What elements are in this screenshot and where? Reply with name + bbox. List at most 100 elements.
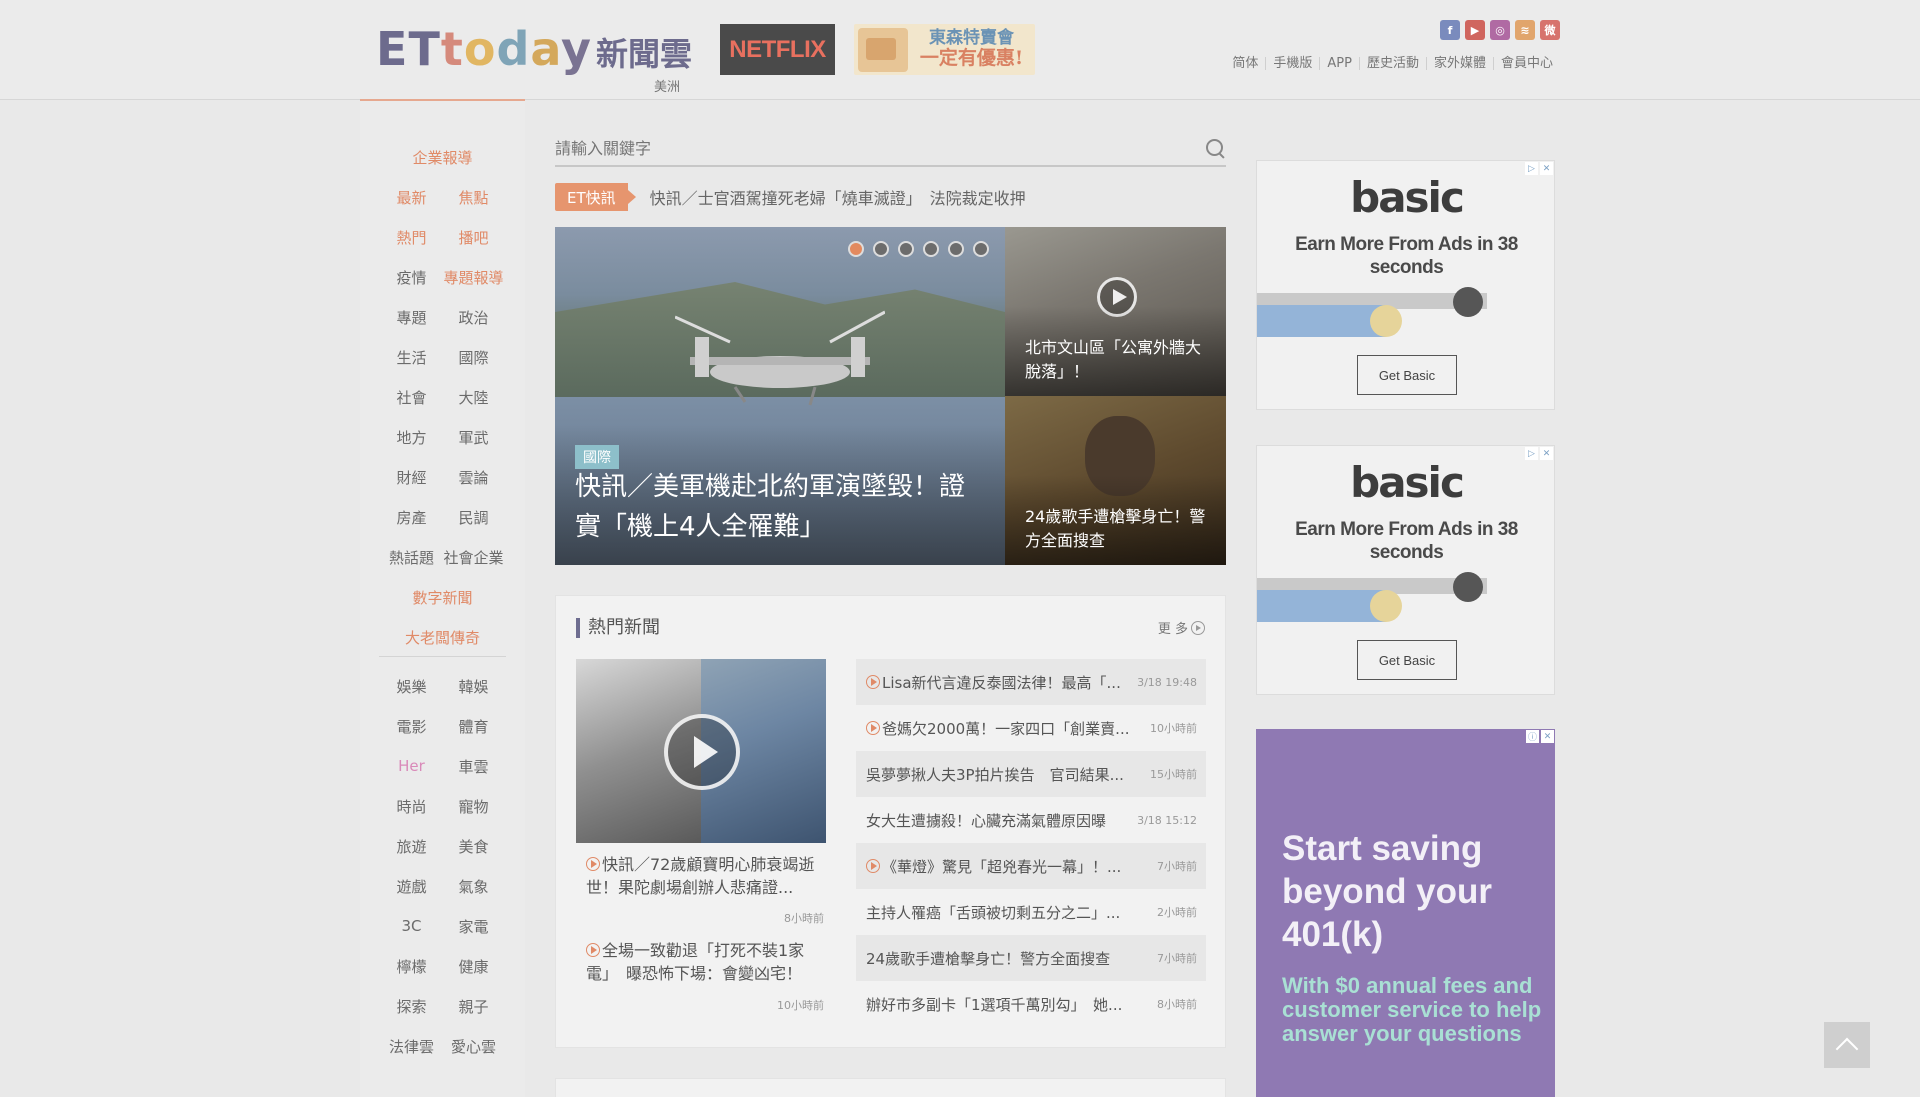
hot-news-item[interactable]: 主持人罹癌「舌頭被切剩五分之二」... 2小時前 [856, 889, 1206, 935]
search-icon[interactable] [1204, 137, 1226, 159]
sidebar-item[interactable]: 愛心雲 [443, 1036, 505, 1057]
get-basic-button[interactable]: Get Basic [1357, 640, 1457, 680]
ad-controls: ⓘ ✕ [1526, 730, 1554, 743]
hot-news-item[interactable]: 女大生遭擄殺！心臟充滿氣體原因曝 3/18 15:12 [856, 797, 1206, 843]
slider-dot[interactable] [873, 241, 889, 257]
hot-news-item[interactable]: 辦好市多副卡「1選項千萬別勾」 她... 8小時前 [856, 981, 1206, 1027]
sidebar-row: 數字新聞 [360, 577, 525, 617]
info-icon[interactable]: ⓘ [1526, 730, 1539, 743]
ad-basic-1[interactable]: ▷ ✕ basic Earn More From Ads in 38 second… [1256, 160, 1555, 410]
sidebar-item[interactable]: 社會 [381, 387, 443, 408]
ad-savings-headline: Start saving beyond your 401(k) [1282, 829, 1493, 954]
topnav-history-events[interactable]: 歷史活動 [1358, 57, 1426, 70]
sidebar-item[interactable]: 親子 [443, 996, 505, 1017]
sidebar-item[interactable]: 房產 [381, 507, 443, 528]
hot-news-item[interactable]: Lisa新代言違反泰國法律！最高「... 3/18 19:48 [856, 659, 1206, 705]
hot-news-item[interactable]: 24歲歌手遭槍擊身亡！警方全面搜查 7小時前 [856, 935, 1206, 981]
ad-basic-2[interactable]: ▷ ✕ basic Earn More From Ads in 38 second… [1256, 445, 1555, 695]
side-slide-2[interactable]: 24歲歌手遭槍擊身亡！警方全面搜查 [1005, 396, 1226, 565]
sidebar-item[interactable]: 專題 [381, 307, 443, 328]
sidebar-item[interactable]: 韓娛 [443, 676, 505, 697]
sidebar-item[interactable]: 疫情 [381, 267, 443, 288]
hot-news-text: 24歲歌手遭槍擊身亡！警方全面搜查 [866, 948, 1153, 969]
close-icon[interactable]: ✕ [1541, 730, 1554, 743]
sidebar-item[interactable]: 健康 [443, 956, 505, 977]
sidebar-item[interactable]: 寵物 [443, 796, 505, 817]
sidebar-item[interactable]: 電影 [381, 716, 443, 737]
next-section [555, 1078, 1226, 1097]
ettoday-logo[interactable]: ETtoday 新聞雲 [376, 22, 692, 76]
sidebar-item[interactable]: 遊戲 [381, 876, 443, 897]
sidebar-item[interactable]: 數字新聞 [381, 587, 505, 608]
sidebar-item[interactable]: 氣象 [443, 876, 505, 897]
back-to-top-button[interactable] [1824, 1022, 1870, 1068]
instagram-icon[interactable]: ◎ [1490, 20, 1510, 40]
slider-dot[interactable] [848, 241, 864, 257]
sidebar-item[interactable]: 軍武 [443, 427, 505, 448]
sidebar-item[interactable]: 旅遊 [381, 836, 443, 857]
sidebar-item[interactable]: 焦點 [443, 187, 505, 208]
side-slide-1[interactable]: 北市文山區「公寓外牆大脫落」！ [1005, 227, 1226, 396]
youtube-icon[interactable]: ▶ [1465, 20, 1485, 40]
sidebar-item[interactable]: 政治 [443, 307, 505, 328]
more-link[interactable]: 更 多 [1158, 618, 1205, 637]
sidebar-item[interactable]: 車雲 [443, 756, 505, 777]
slider-dot[interactable] [973, 241, 989, 257]
sidebar-item[interactable]: 家電 [443, 916, 505, 937]
slider-dot[interactable] [898, 241, 914, 257]
ad-brand: basic [1350, 458, 1465, 507]
facebook-icon[interactable]: f [1440, 20, 1460, 40]
flash-headline[interactable]: 快訊／士官酒駕撞死老婦「燒車滅證」 法院裁定收押 [650, 185, 1026, 209]
sidebar-item[interactable]: 專題報導 [443, 267, 505, 288]
region-label[interactable]: 美洲 [654, 76, 680, 95]
slider-dot[interactable] [923, 241, 939, 257]
topnav-app[interactable]: APP [1319, 57, 1359, 70]
sidebar-item[interactable]: 時尚 [381, 796, 443, 817]
hot-left-story-1[interactable]: 快訊／72歲顧寶明心肺衰竭逝世！果陀劇場創辦人悲痛證... [586, 853, 821, 899]
ad-savings[interactable]: ⓘ ✕ Start saving beyond your 401(k) With … [1256, 729, 1555, 1097]
hot-news-item[interactable]: 吳夢夢揪人夫3P拍片挨告 官司結果... 15小時前 [856, 751, 1206, 797]
weibo-icon[interactable]: 微 [1540, 20, 1560, 40]
sidebar-item[interactable]: 大陸 [443, 387, 505, 408]
sidebar-item[interactable]: 國際 [443, 347, 505, 368]
sidebar-item[interactable]: 地方 [381, 427, 443, 448]
topnav-outdoor-media[interactable]: 家外媒體 [1425, 57, 1493, 70]
sidebar-item[interactable]: 民調 [443, 507, 505, 528]
main-slide[interactable]: 國際 快訊／美軍機赴北約軍演墜毀！證實「機上4人全罹難」 [555, 227, 1005, 565]
sidebar-item[interactable]: 企業報導 [381, 147, 505, 168]
sidebar-item[interactable]: 體育 [443, 716, 505, 737]
sidebar-item[interactable]: 財經 [381, 467, 443, 488]
slide-title[interactable]: 快訊／美軍機赴北約軍演墜毀！證實「機上4人全罹難」 [575, 467, 985, 547]
sidebar-item[interactable]: 雲論 [443, 467, 505, 488]
sidebar-item[interactable]: 熱話題 [381, 547, 443, 568]
topnav-mobile[interactable]: 手機版 [1265, 57, 1319, 70]
hot-news-item[interactable]: 《華燈》驚見「超兇春光一幕」！... 7小時前 [856, 843, 1206, 889]
sidebar-item[interactable]: 熱門 [381, 227, 443, 248]
sidebar-item[interactable]: 播吧 [443, 227, 505, 248]
topnav-simplified[interactable]: 简体 [1225, 57, 1265, 70]
sidebar-item[interactable]: 探索 [381, 996, 443, 1017]
slider-dot[interactable] [948, 241, 964, 257]
progress-knob [1370, 305, 1402, 337]
get-basic-button[interactable]: Get Basic [1357, 355, 1457, 395]
sidebar-item[interactable]: 社會企業 [443, 547, 505, 568]
netflix-banner[interactable]: NETFLIX [720, 24, 835, 75]
sidebar-item[interactable]: 3C [381, 917, 443, 935]
story-text: 全場一致勸退「打死不裝1家電」 曝恐怖下場：會變凶宅！ [586, 941, 805, 983]
search-input[interactable] [555, 138, 1155, 158]
hot-news-item[interactable]: 爸媽欠2000萬！一家四口「創業賣... 10小時前 [856, 705, 1206, 751]
sidebar-item[interactable]: 美食 [443, 836, 505, 857]
sidebar-item[interactable]: Her [381, 757, 443, 775]
slide-category[interactable]: 國際 [575, 445, 619, 469]
sidebar-item[interactable]: 生活 [381, 347, 443, 368]
promo-banner[interactable]: 東森特賣會 一定有優惠! [854, 24, 1035, 75]
hot-news-thumbnail[interactable] [576, 659, 826, 843]
hot-news-title: 辦好市多副卡「1選項千萬別勾」 她... [866, 995, 1123, 1014]
sidebar-item[interactable]: 最新 [381, 187, 443, 208]
topnav-member-center[interactable]: 會員中心 [1492, 57, 1560, 70]
rss-icon[interactable]: ≋ [1515, 20, 1535, 40]
sidebar-item[interactable]: 檸檬 [381, 956, 443, 977]
hot-left-story-2[interactable]: 全場一致勸退「打死不裝1家電」 曝恐怖下場：會變凶宅！ [586, 939, 821, 985]
sidebar-item[interactable]: 娛樂 [381, 676, 443, 697]
sidebar-item[interactable]: 法律雲 [381, 1036, 443, 1057]
